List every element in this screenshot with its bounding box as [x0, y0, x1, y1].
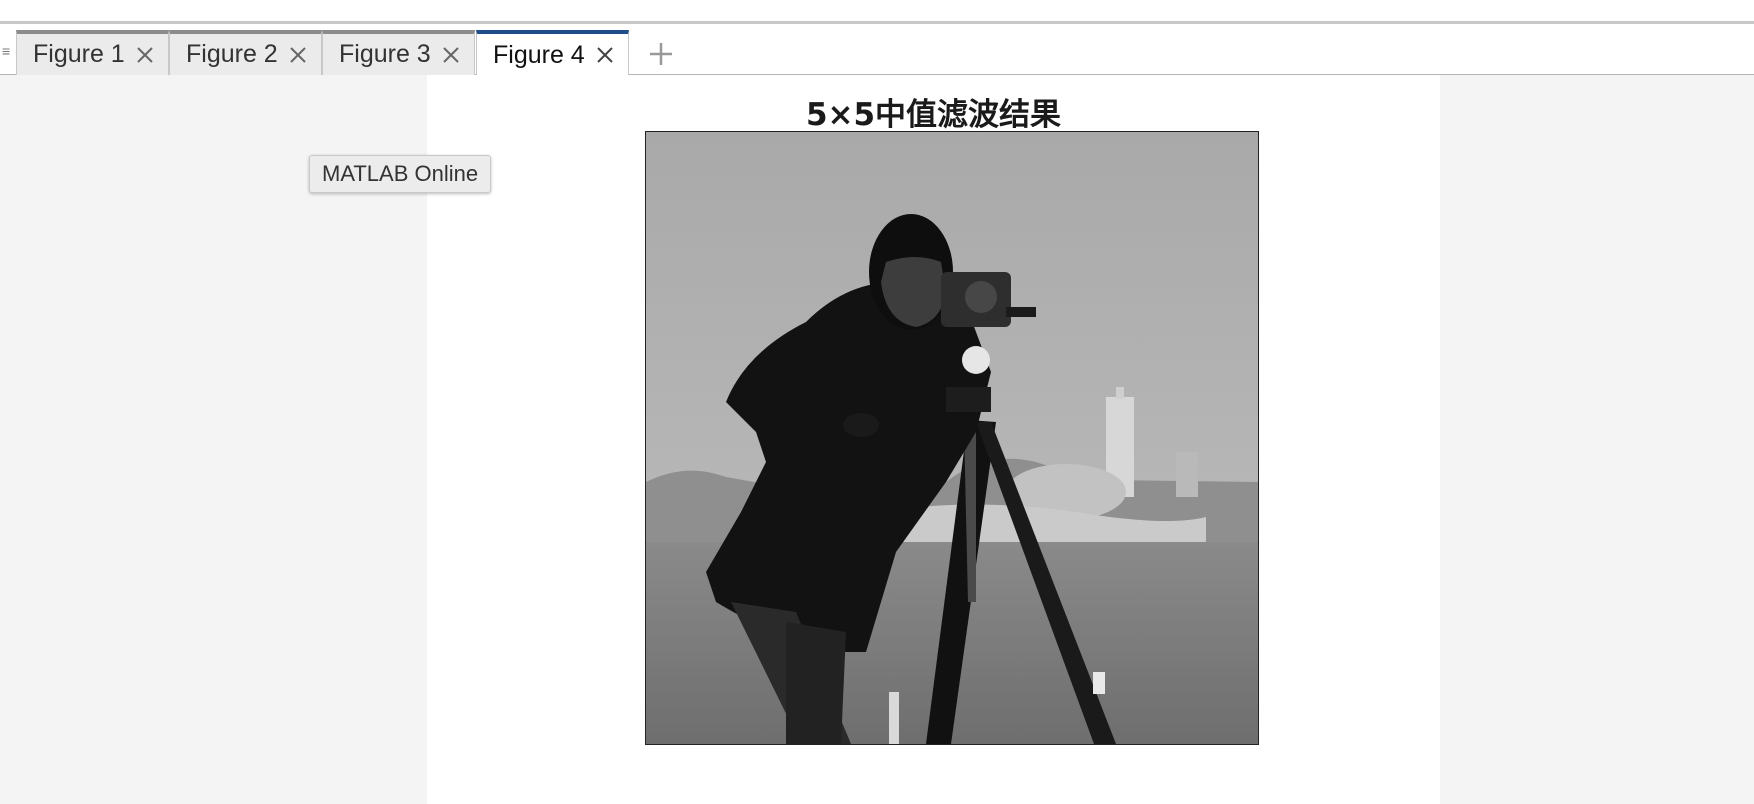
tab-figure-1[interactable]: Figure 1: [16, 30, 169, 75]
matlab-online-tooltip: MATLAB Online: [309, 155, 492, 193]
tab-figure-4[interactable]: Figure 4: [476, 30, 629, 76]
tab-figure-3[interactable]: Figure 3: [322, 30, 475, 75]
tab-figure-2[interactable]: Figure 2: [169, 30, 322, 75]
close-icon[interactable]: [288, 45, 308, 65]
image-axes[interactable]: [645, 131, 1259, 745]
add-tab-icon[interactable]: [648, 41, 674, 67]
grip-icon[interactable]: ≡: [2, 41, 12, 61]
close-icon[interactable]: [135, 45, 155, 65]
tab-label: Figure 1: [33, 40, 125, 68]
tab-label: Figure 4: [493, 40, 585, 69]
figure-canvas: 5×5中值滤波结果: [427, 75, 1440, 804]
top-strip: [0, 0, 1754, 24]
tab-label: Figure 2: [186, 40, 278, 68]
cameraman-image: [646, 132, 1258, 744]
figure-title: 5×5中值滤波结果: [805, 97, 1062, 133]
close-icon[interactable]: [595, 45, 615, 65]
close-icon[interactable]: [441, 45, 461, 65]
tab-label: Figure 3: [339, 40, 431, 68]
right-panel: [1440, 75, 1754, 804]
figure-tab-bar: ≡ Figure 1 Figure 2 Figure 3 Figure 4: [0, 27, 1754, 76]
